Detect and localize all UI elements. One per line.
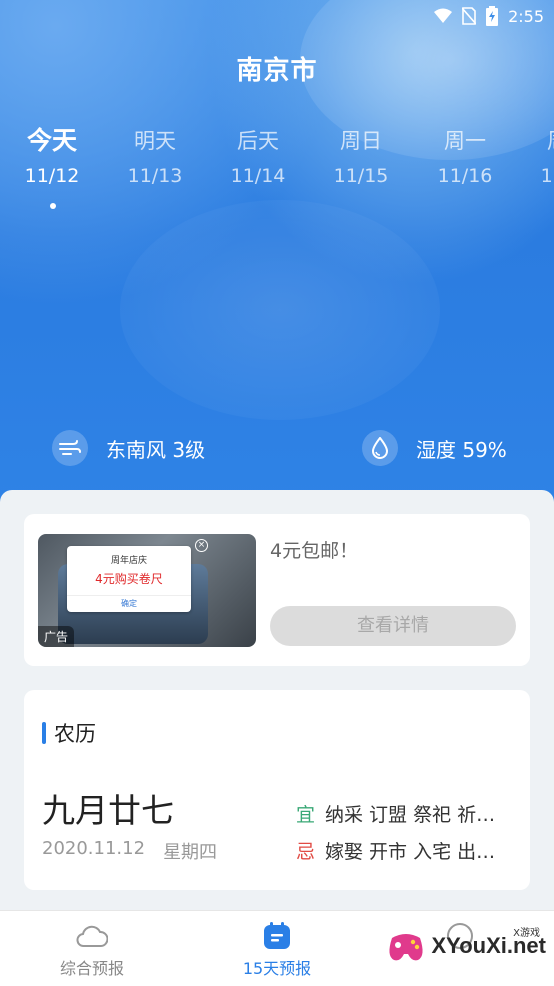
day-tab[interactable]: 周二 11/17 (518, 125, 554, 187)
day-date: 11/17 (540, 165, 554, 187)
section-accent-bar (42, 722, 46, 744)
day-date: 11/13 (127, 165, 183, 187)
day-date: 11/12 (24, 165, 80, 187)
day-name: 周一 (444, 129, 486, 153)
watermark: XYouXi.net X游戏 (386, 928, 546, 964)
city-title[interactable]: 南京市 (0, 50, 554, 87)
wifi-icon (434, 8, 453, 23)
lunar-card[interactable]: 农历 九月廿七 2020.11.12 星期四 宜 纳采 订盟 祭祀 祈… 忌 嫁… (24, 690, 530, 890)
ad-popup-confirm: 确定 (67, 595, 191, 609)
day-selector: 今天 11/12 明天 11/13 后天 11/14 周日 11/15 周一 1… (0, 125, 554, 215)
day-tab[interactable]: 周日 11/15 (311, 125, 411, 187)
cloud-icon (76, 925, 108, 947)
tab-label: 15天预报 (242, 959, 312, 978)
tab-15-day-forecast[interactable]: 15天预报 (202, 921, 352, 979)
inauspicious-row: 忌 嫁娶 开市 入宅 出… (296, 837, 495, 864)
tab-label: 综合预报 (59, 959, 124, 978)
weather-hero: 2:55 南京市 今天 11/12 明天 11/13 后天 11/14 周日 1… (0, 0, 554, 520)
solar-date: 2020.11.12 (42, 838, 146, 859)
day-name: 周日 (340, 129, 382, 153)
lunar-section-header: 农历 (42, 718, 96, 748)
day-tab[interactable]: 后天 11/14 (208, 125, 308, 187)
day-name: 明天 (134, 129, 176, 153)
humidity-info: 湿度 59% (362, 430, 507, 466)
lunar-section-title: 农历 (54, 722, 96, 746)
ad-tag: 广告 (38, 626, 75, 647)
ad-card[interactable]: 周年店庆 4元购买卷尺 确定 × 广告 4元包邮！ 查看详情 (24, 514, 530, 666)
ji-label: 忌 (296, 841, 316, 863)
day-date: 11/15 (333, 165, 389, 187)
wind-icon (52, 430, 88, 466)
yi-text: 纳采 订盟 祭祀 祈… (325, 804, 496, 826)
battery-charging-icon (486, 6, 499, 26)
day-date: 11/14 (230, 165, 286, 187)
active-day-dot (50, 203, 56, 209)
status-bar: 2:55 (434, 4, 544, 28)
tab-overview[interactable]: 综合预报 (17, 921, 167, 979)
ad-image[interactable]: 周年店庆 4元购买卷尺 确定 × 广告 (38, 534, 256, 647)
day-name: 周二 (518, 125, 554, 157)
day-tab[interactable]: 明天 11/13 (105, 125, 205, 187)
ji-text: 嫁娶 开市 入宅 出… (325, 841, 496, 863)
calendar-icon (264, 922, 290, 949)
yi-label: 宜 (296, 804, 316, 826)
day-date: 11/16 (437, 165, 493, 187)
humidity-icon (362, 430, 398, 466)
ad-popup-line2: 4元购买卷尺 (95, 572, 163, 586)
day-name: 后天 (237, 129, 279, 153)
day-tab-today[interactable]: 今天 11/12 (2, 125, 102, 209)
auspicious-row: 宜 纳采 订盟 祭祀 祈… (296, 800, 495, 827)
view-details-button[interactable]: 查看详情 (270, 606, 516, 646)
watermark-small: X游戏 (513, 928, 540, 939)
day-tab[interactable]: 周一 11/16 (415, 125, 515, 187)
lunar-date: 九月廿七 (42, 791, 174, 830)
ad-popup: 周年店庆 4元购买卷尺 确定 (67, 546, 191, 612)
close-icon[interactable]: × (195, 539, 208, 552)
status-time: 2:55 (508, 6, 544, 26)
gamepad-logo-icon (388, 934, 423, 961)
wind-text: 东南风 3级 (106, 437, 206, 462)
no-sim-icon (462, 7, 477, 25)
day-name: 今天 (26, 126, 77, 155)
solar-date-row: 2020.11.12 星期四 (42, 838, 217, 864)
wind-info: 东南风 3级 (52, 430, 205, 466)
ad-title: 4元包邮！ (270, 540, 359, 562)
weekday: 星期四 (163, 842, 218, 863)
ad-tag-text: 广告 (44, 630, 69, 644)
ad-popup-line1: 周年店庆 (110, 556, 147, 566)
sky-haze (120, 200, 440, 420)
humidity-text: 湿度 59% (416, 437, 507, 462)
